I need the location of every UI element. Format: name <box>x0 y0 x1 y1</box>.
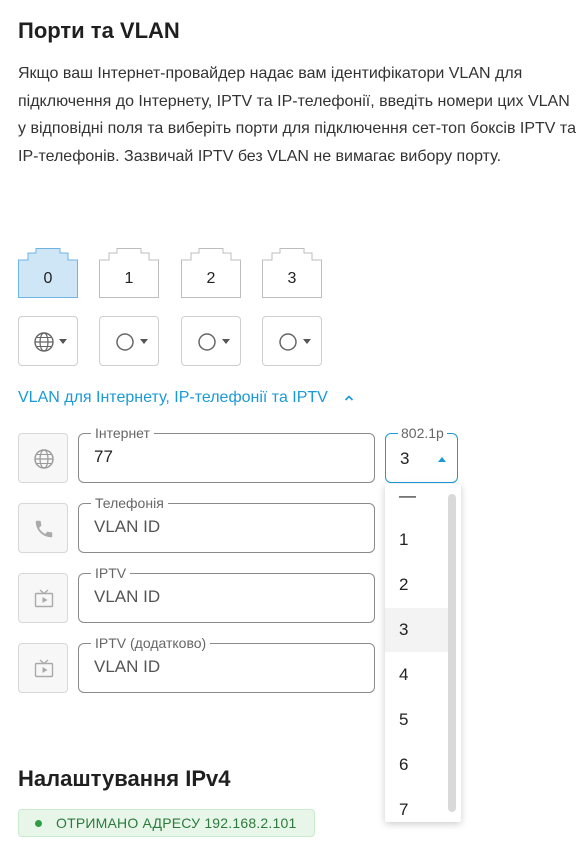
status-dot-icon <box>35 819 42 827</box>
circle-icon <box>198 333 216 351</box>
port-3[interactable]: 3 <box>262 248 322 298</box>
chevron-down-icon <box>140 339 148 344</box>
iptv-row-icon <box>18 573 68 623</box>
page-title-ports: Порти та VLAN <box>18 18 180 43</box>
iptv-extra-row-icon <box>18 643 68 693</box>
phone-icon <box>35 520 53 538</box>
vlan-section-toggle[interactable]: VLAN для Інтернету, IP-телефонії та IPTV <box>18 389 354 407</box>
chevron-up-icon <box>344 395 353 401</box>
chevron-down-icon <box>222 339 230 344</box>
chevron-down-icon <box>59 339 67 344</box>
priority-value: 3 <box>400 449 410 468</box>
port-number: 2 <box>206 270 216 287</box>
iptv-vlan-label: IPTV <box>91 565 131 581</box>
port-1-mode-select[interactable] <box>99 316 159 366</box>
priority-option[interactable]: 1 <box>385 518 449 562</box>
priority-option[interactable]: 4 <box>385 653 449 697</box>
chevron-down-icon <box>303 339 311 344</box>
telephony-vlan-input[interactable] <box>94 517 354 537</box>
telephony-vlan-field[interactable]: Телефонія <box>78 495 375 553</box>
port-0[interactable]: 0 <box>18 248 78 298</box>
priority-option[interactable]: 6 <box>385 743 449 787</box>
port-number: 3 <box>287 270 297 287</box>
priority-option[interactable]: 5 <box>385 698 449 742</box>
telephony-row-icon <box>18 503 68 553</box>
priority-label: 802.1p <box>398 425 447 441</box>
globe-icon <box>34 449 54 469</box>
port-0-mode-select[interactable] <box>18 316 78 366</box>
internet-row-icon <box>18 433 68 483</box>
vlan-toggle-label: VLAN для Інтернету, IP-телефонії та IPTV <box>18 389 328 406</box>
priority-option[interactable]: 2 <box>385 563 449 607</box>
tv-icon <box>34 659 54 678</box>
iptv-vlan-field[interactable]: IPTV <box>78 565 375 623</box>
chevron-up-icon <box>438 457 446 462</box>
page-title-ipv4: Налаштування IPv4 <box>18 766 231 791</box>
circle-icon <box>279 333 297 351</box>
port-number: 0 <box>43 270 53 287</box>
iptv-vlan-input[interactable] <box>94 587 354 607</box>
telephony-vlan-label: Телефонія <box>91 495 168 511</box>
tv-icon <box>34 589 54 608</box>
circle-icon <box>116 333 134 351</box>
iptv-extra-vlan-field[interactable]: IPTV (додатково) <box>78 635 375 693</box>
iptv-extra-vlan-input[interactable] <box>94 657 354 677</box>
status-badge: ОТРИМАНО АДРЕСУ 192.168.2.101 <box>18 809 315 837</box>
port-1[interactable]: 1 <box>99 248 159 298</box>
iptv-extra-vlan-label: IPTV (додатково) <box>91 635 211 651</box>
port-2[interactable]: 2 <box>181 248 241 298</box>
priority-option[interactable]: 7 <box>385 788 449 822</box>
internet-vlan-label: Інтернет <box>91 425 154 441</box>
globe-icon <box>34 332 54 352</box>
priority-dropdown-menu: — 1 2 3 4 5 6 7 <box>385 484 461 822</box>
port-3-mode-select[interactable] <box>262 316 322 366</box>
internet-vlan-field[interactable]: Інтернет <box>78 425 375 483</box>
priority-8021p-select[interactable]: 802.1p 3 <box>385 425 458 483</box>
priority-option-selected[interactable]: 3 <box>385 608 449 652</box>
status-text: ОТРИМАНО АДРЕСУ 192.168.2.101 <box>56 815 297 831</box>
dropdown-scrollbar[interactable] <box>448 494 456 812</box>
internet-vlan-input[interactable] <box>94 447 354 467</box>
priority-option[interactable]: — <box>385 484 449 518</box>
port-2-mode-select[interactable] <box>181 316 241 366</box>
port-number: 1 <box>124 270 134 287</box>
ports-description: Якщо ваш Інтернет-провайдер надає вам ід… <box>18 65 576 165</box>
